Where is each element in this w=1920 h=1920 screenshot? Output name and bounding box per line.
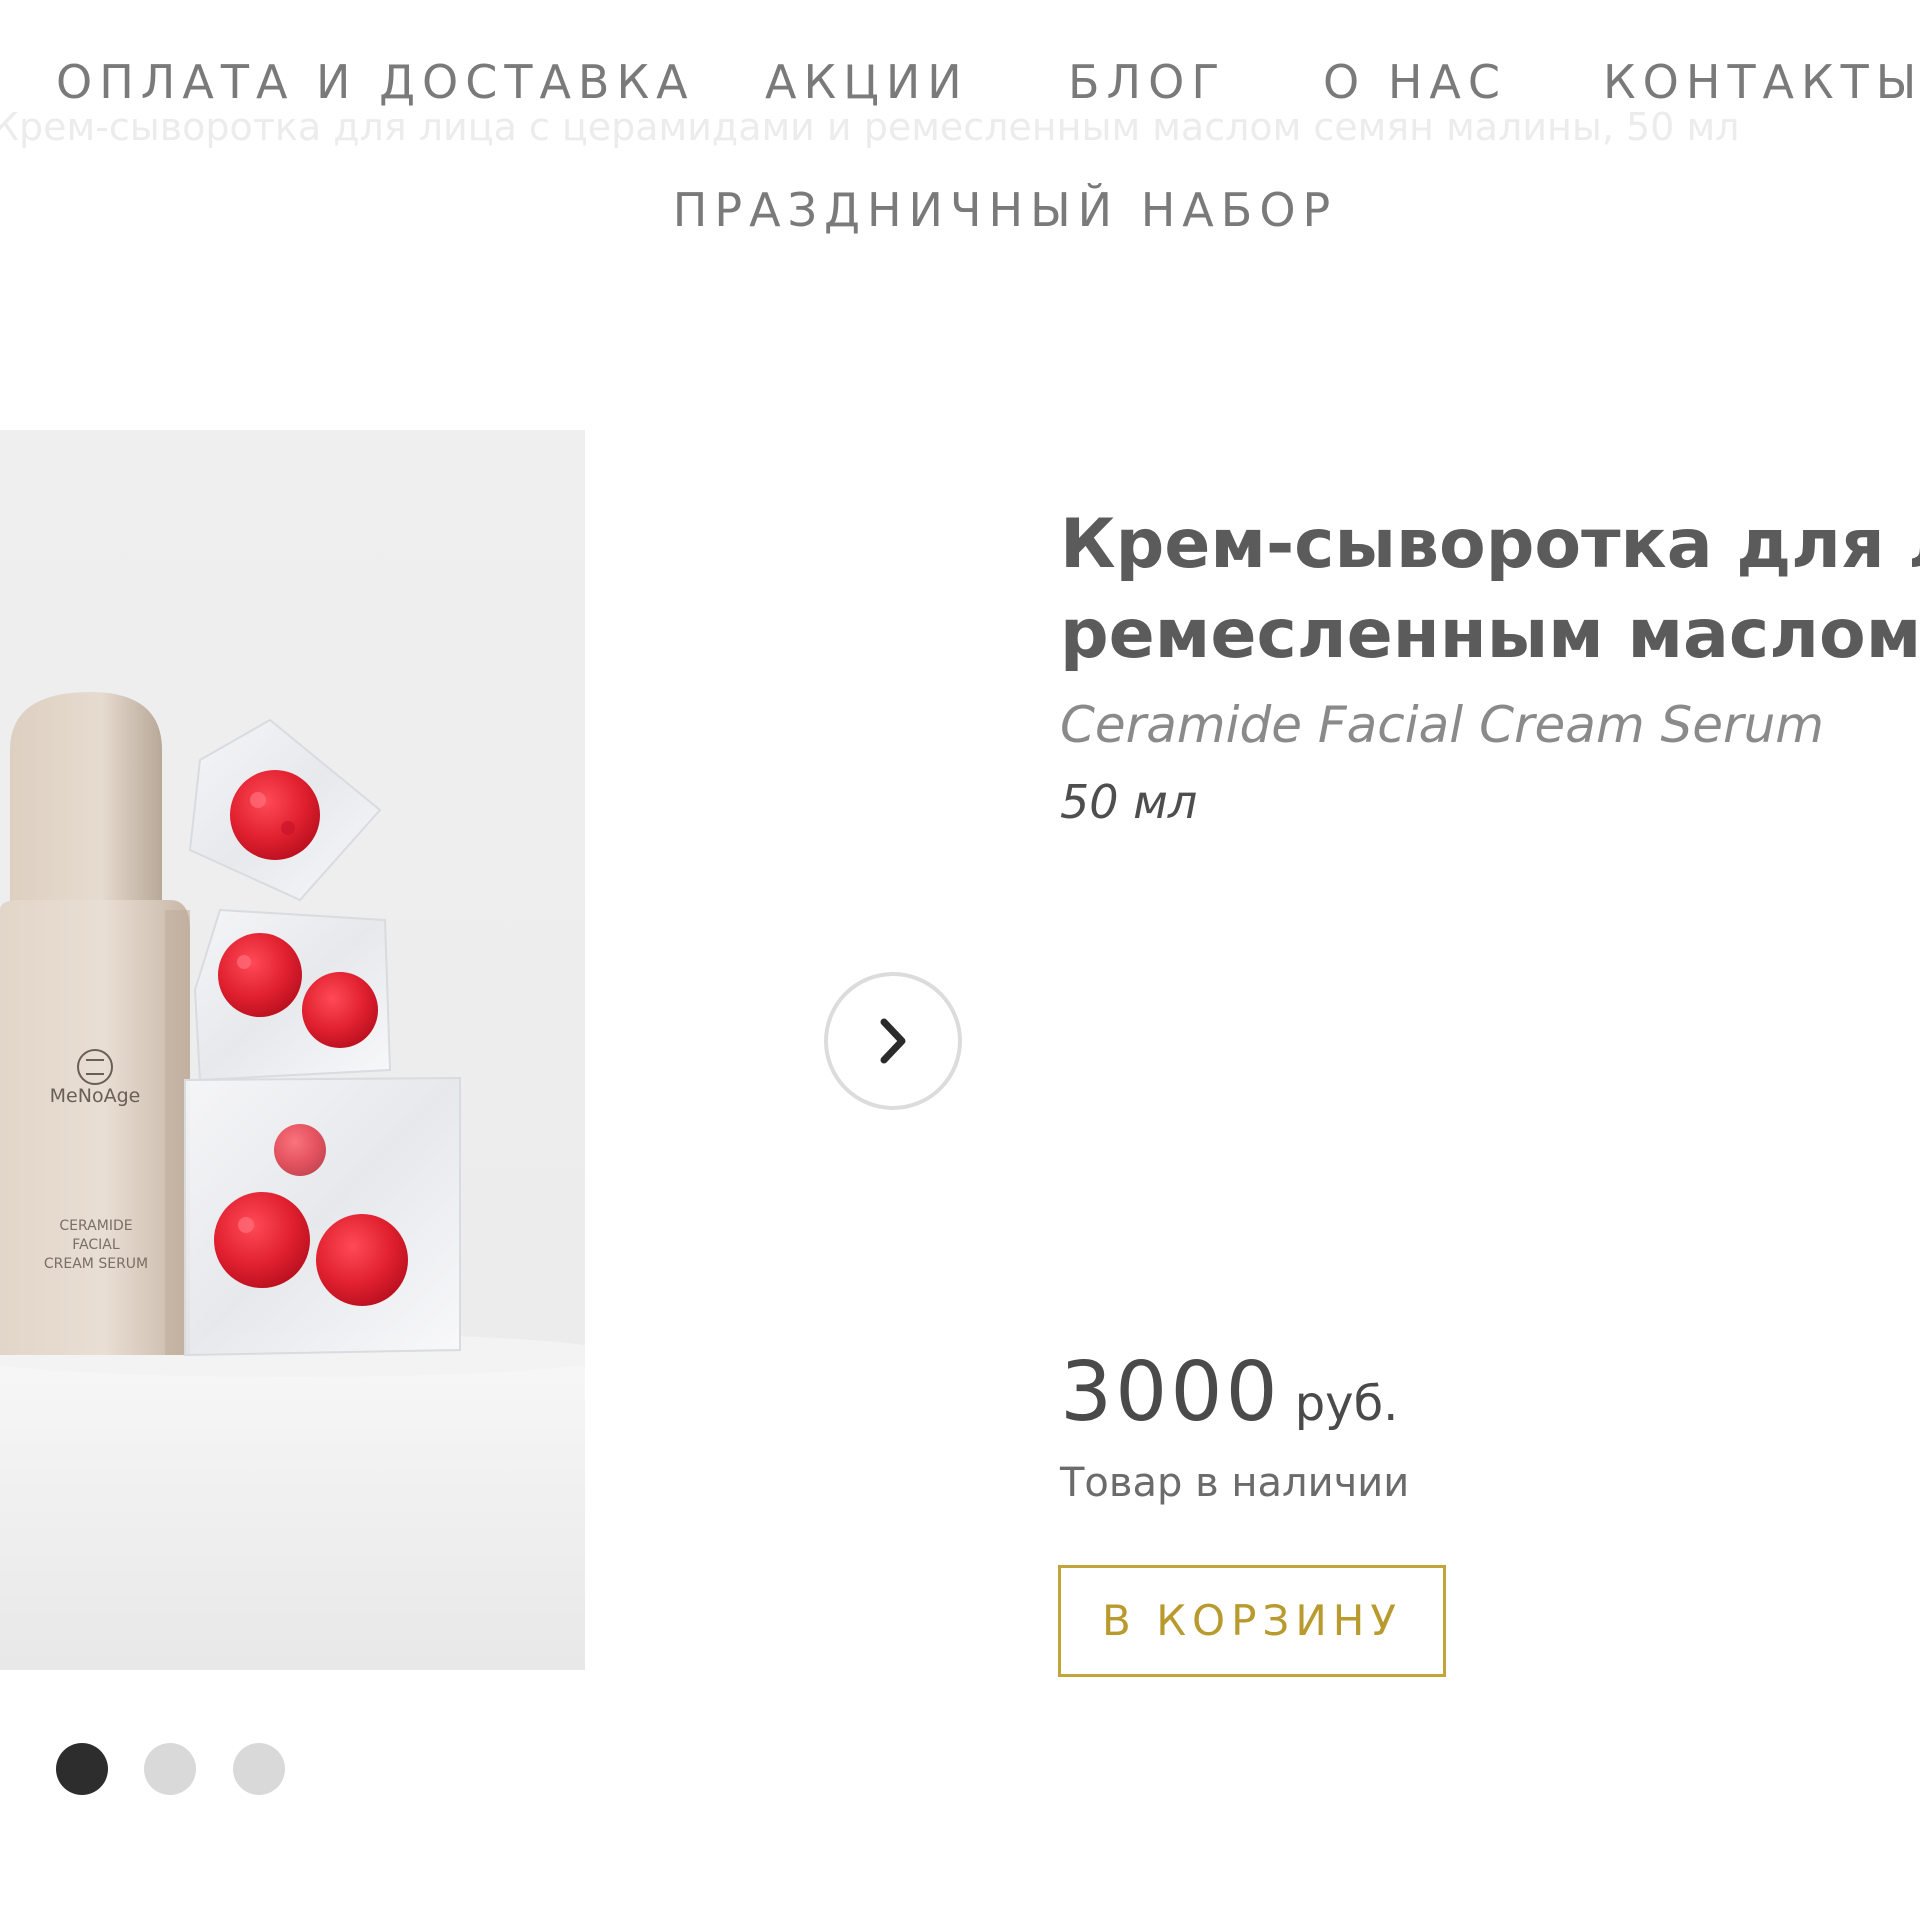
bottle-label-line: FACIAL <box>72 1237 120 1253</box>
nav-item-holiday-set[interactable]: ПРАЗДНИЧНЫЙ НАБОР <box>673 180 1338 240</box>
product-title: Крем-сыворотка для лица с церамидами и р… <box>1060 500 1920 680</box>
add-to-cart-button[interactable]: В КОРЗИНУ <box>1058 1565 1446 1677</box>
nav-item-contacts[interactable]: КОНТАКТЫ <box>1603 52 1920 112</box>
nav-item-payment-delivery[interactable]: ОПЛАТА И ДОСТАВКА <box>56 52 695 112</box>
gallery-dot-2[interactable] <box>144 1743 196 1795</box>
product-info: Крем-сыворотка для лица с церамидами и р… <box>1060 500 1920 832</box>
product-gallery[interactable]: MeNoAge CERAMIDE FACIAL CREAM SERUM <box>0 430 585 1670</box>
chevron-right-icon <box>880 1018 906 1064</box>
ice-cube <box>184 1076 461 1357</box>
product-page: Крем-сыворотка для лица с церамидами и р… <box>0 0 1920 1920</box>
product-volume: 50 мл <box>1060 775 1198 829</box>
nav-item-about[interactable]: О НАС <box>1323 52 1507 112</box>
product-photo: MeNoAge CERAMIDE FACIAL CREAM SERUM <box>0 430 585 1670</box>
gallery-dot-3[interactable] <box>233 1743 285 1795</box>
gallery-dot-1[interactable] <box>56 1743 108 1795</box>
bottle-label-line: CERAMIDE <box>59 1218 132 1234</box>
stock-status: Товар в наличии <box>1060 1460 1410 1506</box>
price-currency: руб. <box>1294 1376 1399 1432</box>
nav-item-blog[interactable]: БЛОГ <box>1068 52 1226 112</box>
ice-cube <box>193 908 392 1082</box>
bottle-brand-text: MeNoAge <box>50 1085 141 1107</box>
bottle-label-line: CREAM SERUM <box>44 1256 148 1272</box>
main-nav: ОПЛАТА И ДОСТАВКА АКЦИИ БЛОГ О НАС КОНТА… <box>0 52 1920 112</box>
nav-item-promotions[interactable]: АКЦИИ <box>765 52 969 112</box>
product-title-line-1: Крем-сыворотка для лица с церамидами и <box>1060 505 1920 584</box>
product-price: 3000 руб. <box>1060 1345 1398 1440</box>
price-value: 3000 <box>1060 1345 1281 1440</box>
gallery-next-button[interactable] <box>824 972 962 1110</box>
product-subtitle: Ceramide Facial Cream Serum <box>1060 696 1824 754</box>
product-title-line-2: ремесленным маслом семян малины <box>1060 595 1920 674</box>
main-nav-row-2: ПРАЗДНИЧНЫЙ НАБОР <box>0 180 1920 240</box>
